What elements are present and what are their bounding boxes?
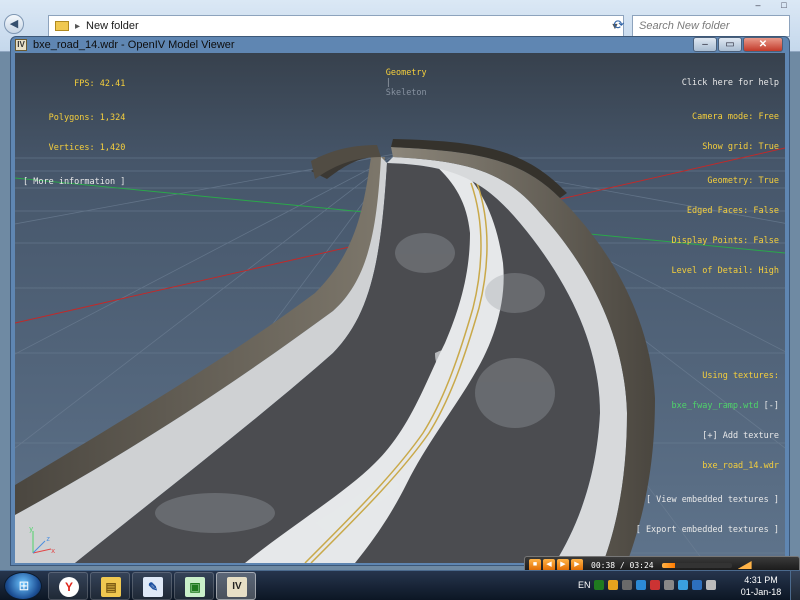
network-icon[interactable] xyxy=(692,580,702,590)
model-file-label: bxe_road_14.wdr xyxy=(702,461,779,471)
taskbar-yandex-browser-button[interactable]: Y xyxy=(48,572,88,600)
add-texture-button[interactable]: [+] Add texture xyxy=(636,431,779,441)
view-embedded-textures-button[interactable]: [ View embedded textures ] xyxy=(636,495,779,505)
display-points-toggle[interactable]: Display Points: False xyxy=(672,236,779,246)
svg-text:x: x xyxy=(51,547,55,555)
texture-dictionary-collapse-button[interactable]: [-] xyxy=(764,401,779,411)
window-title: bxe_road_14.wdr - OpenIV Model Viewer xyxy=(33,39,235,51)
openiv-app-icon[interactable]: IV xyxy=(15,39,27,51)
more-information-link[interactable]: [ More information ] xyxy=(23,177,125,187)
close-button[interactable]: ✕ xyxy=(743,37,783,52)
fps-label: FPS: 42.41 xyxy=(74,79,126,89)
media-seek-bar[interactable] xyxy=(661,562,732,568)
textures-overlay: Using textures: bxe_fway_ramp.wtd [-] [+… xyxy=(636,351,779,555)
window-controls: – ▭ ✕ xyxy=(693,37,783,52)
explorer-nav: ◀ xyxy=(4,14,24,34)
taskbar: ⊞ Y ▤ ✎ ▣ IV EN 4:31 PM 01-Jan-18 xyxy=(0,570,800,600)
address-bar[interactable]: ▸ New folder ▼ xyxy=(48,15,624,37)
taskbar-monitor-app-button[interactable]: ▣ xyxy=(174,572,214,600)
file-explorer-icon: ▤ xyxy=(101,577,121,597)
breadcrumb-separator-icon: ▸ xyxy=(75,20,81,32)
tray-app-icon[interactable] xyxy=(664,580,674,590)
mode-separator: | xyxy=(385,78,391,88)
polygons-label: Polygons: 1,324 xyxy=(48,113,126,123)
monitor-app-icon: ▣ xyxy=(185,577,205,597)
explorer-maximize-button[interactable]: □ xyxy=(772,0,796,12)
help-link[interactable]: Click here for help xyxy=(672,78,779,88)
level-of-detail-toggle[interactable]: Level of Detail: High xyxy=(672,266,779,276)
texture-dictionary-link[interactable]: bxe_fway_ramp.wtd xyxy=(672,401,759,411)
using-textures-label: Using textures: xyxy=(702,371,779,381)
view-mode-switch: Geometry | Skeleton xyxy=(355,58,427,108)
paint-program-icon: ✎ xyxy=(143,577,163,597)
show-grid-toggle[interactable]: Show grid: True xyxy=(672,142,779,152)
tray-app-icon[interactable] xyxy=(608,580,618,590)
minimize-button[interactable]: – xyxy=(693,37,717,52)
stats-overlay: FPS: 42.41 Polygons: 1,324 Vertices: 1,4… xyxy=(23,59,125,207)
settings-overlay: Click here for help Camera mode: Free Sh… xyxy=(672,58,779,296)
system-tray xyxy=(594,580,716,590)
volume-icon[interactable] xyxy=(737,561,752,569)
openiv-icon: IV xyxy=(227,577,247,597)
svg-text:y: y xyxy=(29,525,33,533)
taskbar-openiv-button[interactable]: IV xyxy=(216,572,256,600)
start-button[interactable]: ⊞ xyxy=(4,572,42,600)
tray-app-icon[interactable] xyxy=(622,580,632,590)
tray-app-icon[interactable] xyxy=(650,580,660,590)
taskbar-paint-program-button[interactable]: ✎ xyxy=(132,572,172,600)
model-viewer-window: IV bxe_road_14.wdr - OpenIV Model Viewer… xyxy=(10,36,790,566)
speaker-icon[interactable] xyxy=(706,580,716,590)
title-bar[interactable]: IV bxe_road_14.wdr - OpenIV Model Viewer… xyxy=(11,37,789,53)
vertices-label: Vertices: 1,420 xyxy=(48,143,126,153)
address-path: New folder xyxy=(86,20,139,32)
language-indicator[interactable]: EN xyxy=(578,580,591,590)
tray-app-icon[interactable] xyxy=(636,580,646,590)
system-clock[interactable]: 4:31 PM 01-Jan-18 xyxy=(736,574,786,598)
skeleton-mode-tab[interactable]: Skeleton xyxy=(386,88,427,98)
folder-icon xyxy=(55,21,69,31)
geometry-toggle[interactable]: Geometry: True xyxy=(672,176,779,186)
edged-faces-toggle[interactable]: Edged Faces: False xyxy=(672,206,779,216)
svg-text:z: z xyxy=(46,535,50,543)
clock-date: 01-Jan-18 xyxy=(740,587,782,597)
media-progress-fill xyxy=(661,562,675,568)
tray-app-icon[interactable] xyxy=(594,580,604,590)
explorer-minimize-button[interactable]: – xyxy=(746,0,770,12)
export-embedded-textures-button[interactable]: [ Export embedded textures ] xyxy=(636,525,779,535)
media-time: 00:38 / 03:24 xyxy=(591,560,654,570)
clock-time: 4:31 PM xyxy=(744,575,778,585)
search-input[interactable]: Search New folder xyxy=(632,15,790,37)
tray-app-icon[interactable] xyxy=(678,580,688,590)
camera-mode-toggle[interactable]: Camera mode: Free xyxy=(672,112,779,122)
windows-logo-icon: ⊞ xyxy=(18,578,30,593)
yandex-browser-icon: Y xyxy=(59,577,79,597)
refresh-icon[interactable]: ⟳ xyxy=(610,17,628,35)
explorer-caption-buttons: – □ xyxy=(746,0,796,12)
maximize-button[interactable]: ▭ xyxy=(718,37,742,52)
geometry-mode-tab[interactable]: Geometry xyxy=(386,68,427,78)
back-button[interactable]: ◀ xyxy=(4,14,24,34)
show-desktop-button[interactable] xyxy=(790,571,800,600)
taskbar-file-explorer-button[interactable]: ▤ xyxy=(90,572,130,600)
3d-viewport[interactable]: y x z FPS: 42.41 Polygons: 1,324 Vertice… xyxy=(15,53,785,563)
